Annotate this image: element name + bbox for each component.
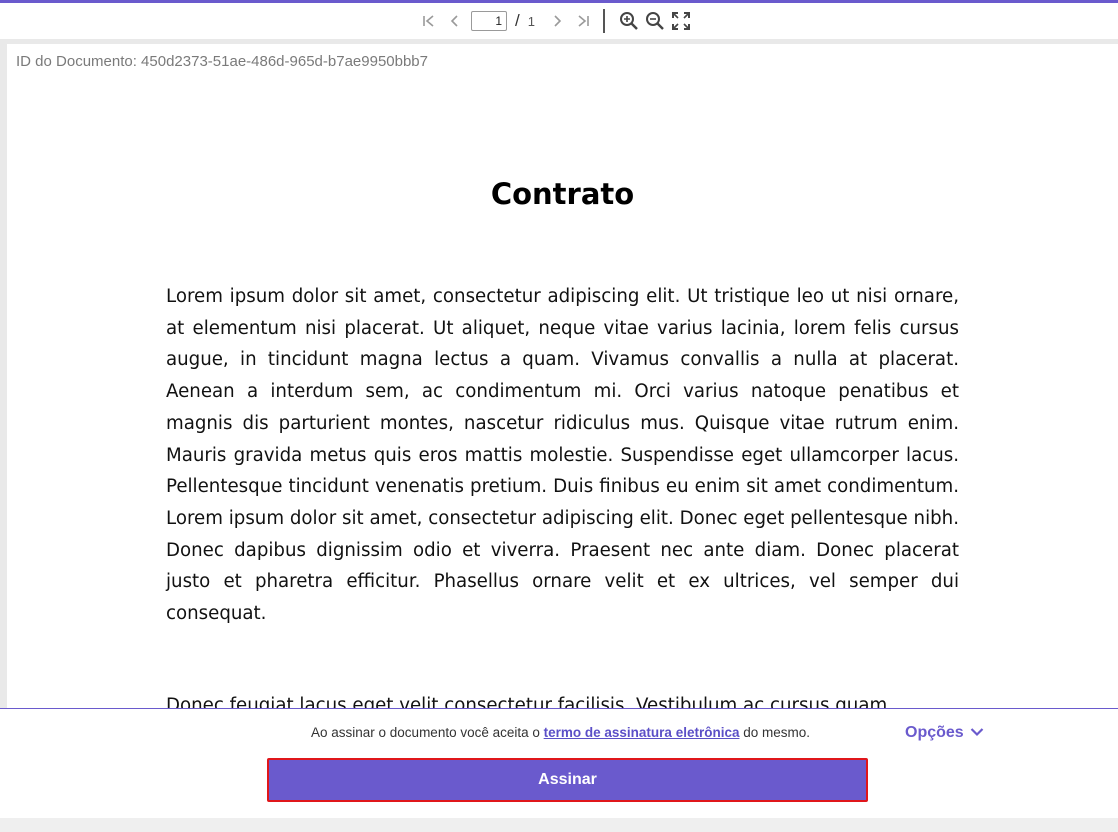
page-separator: /: [515, 11, 520, 30]
bottom-strip: [0, 818, 1118, 832]
page-number-input[interactable]: [471, 11, 508, 31]
document-viewer[interactable]: ID do Documento: 450d2373-51ae-486d-965d…: [0, 39, 1118, 708]
sign-button[interactable]: Assinar: [267, 758, 868, 802]
document-title: Contrato: [490, 177, 635, 211]
terms-link[interactable]: termo de assinatura eletrônica: [544, 725, 740, 740]
terms-prefix: Ao assinar o documento você aceita o: [311, 725, 544, 740]
options-dropdown[interactable]: Opções: [905, 724, 984, 742]
document-id: ID do Documento: 450d2373-51ae-486d-965d…: [16, 53, 428, 70]
terms-suffix: do mesmo.: [739, 725, 810, 740]
pdf-toolbar: / 1: [0, 3, 1118, 39]
total-pages: 1: [527, 13, 535, 29]
zoom-in-icon[interactable]: [619, 11, 639, 31]
fullscreen-icon[interactable]: [671, 11, 691, 31]
last-page-icon[interactable]: [573, 11, 593, 31]
terms-notice: Ao assinar o documento você aceita o ter…: [311, 725, 810, 740]
prev-page-icon[interactable]: [445, 11, 465, 31]
document-paragraph: Donec feugiat lacus eget velit consectet…: [166, 695, 893, 708]
toolbar-divider: [602, 9, 605, 33]
document-page: ID do Documento: 450d2373-51ae-486d-965d…: [7, 44, 1118, 708]
first-page-icon[interactable]: [419, 11, 439, 31]
toolbar-controls: / 1: [419, 9, 691, 33]
signing-panel: Ao assinar o documento você aceita o ter…: [0, 708, 1118, 819]
options-label: Opções: [905, 724, 964, 741]
document-paragraph: Lorem ipsum dolor sit amet, consectetur …: [166, 286, 959, 625]
next-page-icon[interactable]: [547, 11, 567, 31]
chevron-down-icon: [970, 724, 984, 742]
zoom-out-icon[interactable]: [645, 11, 665, 31]
